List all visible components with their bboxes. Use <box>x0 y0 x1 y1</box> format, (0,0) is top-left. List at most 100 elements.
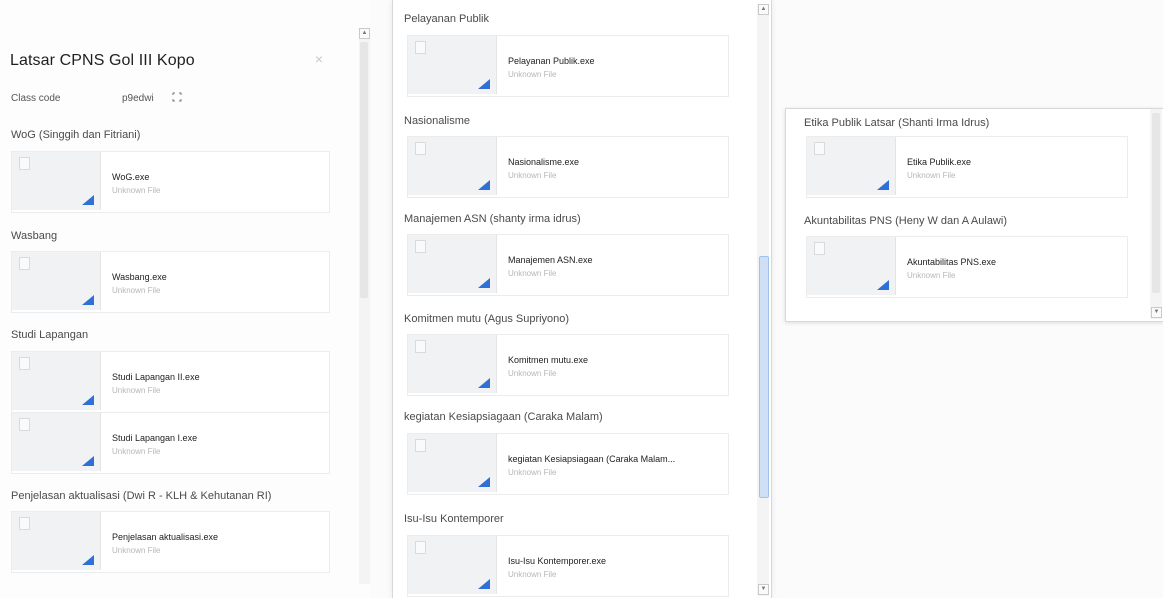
fullscreen-icon[interactable] <box>172 92 182 102</box>
class-code-label: Class code <box>11 93 61 104</box>
file-card[interactable]: Studi Lapangan I.exe Unknown File <box>11 412 330 474</box>
file-corner-icon <box>82 195 94 205</box>
file-type: Unknown File <box>508 70 557 79</box>
file-thumbnail <box>12 252 101 310</box>
file-corner-icon <box>478 579 490 589</box>
file-corner-icon <box>877 180 889 190</box>
file-corner-icon <box>877 280 889 290</box>
file-name: Wasbang.exe <box>112 272 167 282</box>
screenshot-canvas: Latsar CPNS Gol III Kopo × Class code p9… <box>0 0 1163 598</box>
left-scrollbar[interactable]: ▲ <box>359 28 370 584</box>
file-card[interactable]: kegiatan Kesiapsiagaan (Caraka Malam... … <box>407 433 729 495</box>
file-thumbnail <box>408 536 497 594</box>
file-type: Unknown File <box>508 269 557 278</box>
middle-scrollbar[interactable]: ▲ ▼ <box>757 4 769 596</box>
section-title: Nasionalisme <box>404 115 471 127</box>
scroll-down-icon[interactable]: ▼ <box>758 584 769 595</box>
file-name: Manajemen ASN.exe <box>508 255 593 265</box>
document-icon <box>415 142 426 155</box>
file-name: Pelayanan Publik.exe <box>508 56 595 66</box>
file-type: Unknown File <box>907 271 956 280</box>
file-type: Unknown File <box>508 570 557 579</box>
file-card[interactable]: Etika Publik.exe Unknown File <box>806 136 1128 198</box>
document-icon <box>19 257 30 270</box>
document-icon <box>415 240 426 253</box>
file-thumbnail <box>408 137 497 195</box>
file-card[interactable]: Nasionalisme.exe Unknown File <box>407 136 729 198</box>
file-name: Komitmen mutu.exe <box>508 355 589 365</box>
file-thumbnail <box>12 152 101 210</box>
file-name: Nasionalisme.exe <box>508 157 580 167</box>
file-thumbnail <box>807 137 896 195</box>
file-thumbnail <box>807 237 896 295</box>
section-title: Studi Lapangan <box>11 329 89 341</box>
file-thumbnail <box>12 413 101 471</box>
scroll-thumb[interactable] <box>759 256 769 498</box>
document-icon <box>19 357 30 370</box>
file-name: Penjelasan aktualisasi.exe <box>112 532 219 542</box>
file-corner-icon <box>478 180 490 190</box>
document-icon <box>814 242 825 255</box>
section-title: Pelayanan Publik <box>404 13 490 25</box>
file-name: Etika Publik.exe <box>907 157 972 167</box>
file-corner-icon <box>82 555 94 565</box>
file-name: Studi Lapangan II.exe <box>112 372 200 382</box>
file-corner-icon <box>478 79 490 89</box>
section-title: WoG (Singgih dan Fitriani) <box>11 129 141 141</box>
scroll-thumb[interactable] <box>360 42 368 298</box>
file-name: Isu-Isu Kontemporer.exe <box>508 556 607 566</box>
file-thumbnail <box>408 335 497 393</box>
file-thumbnail <box>408 235 497 293</box>
file-corner-icon <box>478 477 490 487</box>
document-icon <box>19 157 30 170</box>
file-thumbnail <box>12 352 101 410</box>
section-title: Wasbang <box>11 230 58 242</box>
class-panel-right: Etika Publik Latsar (Shanti Irma Idrus) … <box>785 108 1163 322</box>
class-panel-middle: Pelayanan Publik Pelayanan Publik.exe Un… <box>392 0 772 598</box>
file-card[interactable]: Komitmen mutu.exe Unknown File <box>407 334 729 396</box>
file-type: Unknown File <box>112 386 161 395</box>
section-title: kegiatan Kesiapsiagaan (Caraka Malam) <box>404 411 603 423</box>
document-icon <box>415 41 426 54</box>
document-icon <box>814 142 825 155</box>
section-title: Komitmen mutu (Agus Supriyono) <box>404 313 570 325</box>
scroll-up-icon[interactable]: ▲ <box>758 4 769 15</box>
scroll-thumb[interactable] <box>1152 113 1160 293</box>
file-card[interactable]: Pelayanan Publik.exe Unknown File <box>407 35 729 97</box>
file-type: Unknown File <box>112 186 161 195</box>
file-card[interactable]: WoG.exe Unknown File <box>11 151 330 213</box>
file-card[interactable]: Studi Lapangan II.exe Unknown File <box>11 351 330 413</box>
scroll-up-icon[interactable]: ▲ <box>359 28 370 39</box>
file-type: Unknown File <box>508 468 557 477</box>
file-card[interactable]: Isu-Isu Kontemporer.exe Unknown File <box>407 535 729 597</box>
file-type: Unknown File <box>508 369 557 378</box>
document-icon <box>19 517 30 530</box>
section-title: Manajemen ASN (shanty irma idrus) <box>404 213 581 225</box>
file-type: Unknown File <box>112 286 161 295</box>
file-card[interactable]: Penjelasan aktualisasi.exe Unknown File <box>11 511 330 573</box>
file-card[interactable]: Wasbang.exe Unknown File <box>11 251 330 313</box>
file-thumbnail <box>408 36 497 94</box>
class-panel-left: Latsar CPNS Gol III Kopo × Class code p9… <box>0 0 370 598</box>
file-name: kegiatan Kesiapsiagaan (Caraka Malam... <box>508 454 676 464</box>
file-corner-icon <box>478 278 490 288</box>
section-title: Akuntabilitas PNS (Heny W dan A Aulawi) <box>804 215 1007 227</box>
scroll-down-icon[interactable]: ▼ <box>1151 307 1162 318</box>
file-card[interactable]: Manajemen ASN.exe Unknown File <box>407 234 729 296</box>
class-code-value: p9edwi <box>122 93 154 104</box>
close-icon[interactable]: × <box>312 52 326 66</box>
section-title: Isu-Isu Kontemporer <box>404 513 504 525</box>
section-title: Etika Publik Latsar (Shanti Irma Idrus) <box>804 117 990 129</box>
file-thumbnail <box>12 512 101 570</box>
file-type: Unknown File <box>112 447 161 456</box>
file-card[interactable]: Akuntabilitas PNS.exe Unknown File <box>806 236 1128 298</box>
file-corner-icon <box>82 295 94 305</box>
file-name: Studi Lapangan I.exe <box>112 433 198 443</box>
file-thumbnail <box>408 434 497 492</box>
section-title: Penjelasan aktualisasi (Dwi R - KLH & Ke… <box>11 490 272 502</box>
document-icon <box>415 439 426 452</box>
right-scrollbar[interactable]: ▼ <box>1150 109 1162 319</box>
file-name: WoG.exe <box>112 172 150 182</box>
file-name: Akuntabilitas PNS.exe <box>907 257 997 267</box>
file-type: Unknown File <box>907 171 956 180</box>
